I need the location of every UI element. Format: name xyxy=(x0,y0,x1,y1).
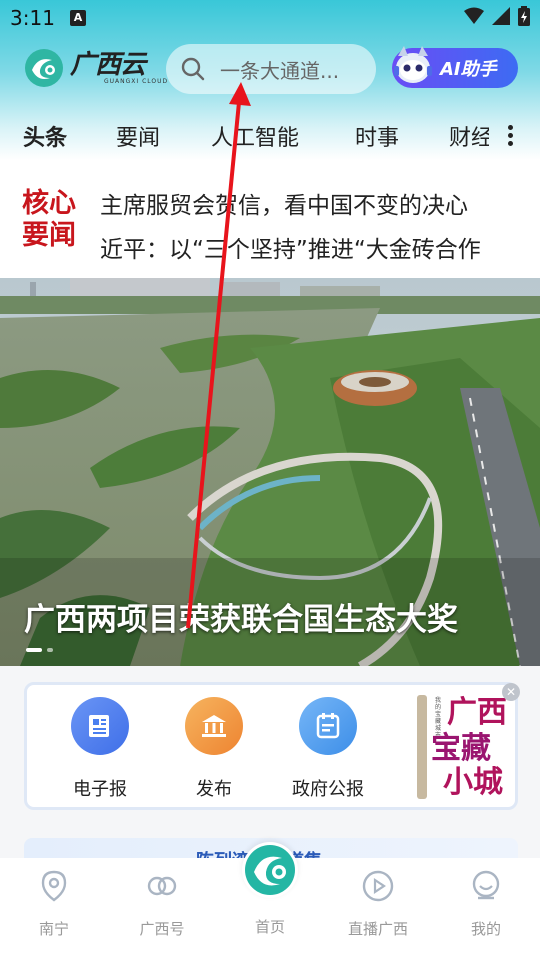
home-logo-button[interactable] xyxy=(242,842,298,898)
hero-title: 广西两项目荣获联合国生态大奖 xyxy=(24,602,458,638)
nav-label: 首页 xyxy=(254,918,285,936)
status-icons xyxy=(464,6,530,26)
channel-tabs: 头条 要闻 人工智能 时事 财经 xyxy=(0,112,540,160)
status-bar: 3:11 A xyxy=(0,0,540,36)
core-news-item[interactable]: 主席服贸会贺信，看中国不变的决心 xyxy=(100,186,520,220)
nav-label: 南宁 xyxy=(38,920,69,938)
promo-text-line3: 小城 xyxy=(443,765,503,800)
carousel-indicator xyxy=(26,648,53,652)
core-news-badge-line1: 核心 xyxy=(22,188,76,219)
tab-ai[interactable]: 人工智能 xyxy=(211,120,299,152)
battery-icon xyxy=(518,6,530,26)
play-icon xyxy=(362,870,394,902)
profile-icon xyxy=(472,870,500,900)
newspaper-icon xyxy=(71,697,129,755)
signal-icon xyxy=(492,7,510,25)
nav-label: 我的 xyxy=(470,920,501,938)
nav-home[interactable]: 首页 xyxy=(230,892,310,937)
wifi-icon xyxy=(464,7,484,24)
guangxi-cloud-logo-icon xyxy=(25,49,63,87)
document-icon xyxy=(299,697,357,755)
promo-scroll-decoration xyxy=(417,695,427,799)
location-icon xyxy=(41,870,67,902)
core-news-item[interactable]: 近平：以“三个坚持”推进“大金砖合作 xyxy=(100,230,520,264)
promo-text-line2: 宝藏 xyxy=(431,731,491,766)
nav-nanning[interactable]: 南宁 xyxy=(14,868,94,939)
tab-finance[interactable]: 财经 xyxy=(449,120,489,152)
tab-headlines[interactable]: 头条 xyxy=(23,120,67,152)
logo-english-text: GUANGXI CLOUD xyxy=(104,77,169,85)
notification-icon: A xyxy=(70,10,86,26)
service-label: 电子报 xyxy=(73,779,127,800)
quick-services-card: 电子报 发布 政府公报 我的宝藏城市 广西 宝藏 小城 xyxy=(24,682,518,810)
ai-assistant-button[interactable]: AI助手 xyxy=(392,46,518,88)
bank-icon xyxy=(185,697,243,755)
service-gov-gazette[interactable]: 政府公报 xyxy=(283,697,373,801)
tab-important-news[interactable]: 要闻 xyxy=(116,120,160,152)
service-e-newspaper[interactable]: 电子报 xyxy=(55,697,145,801)
hero-carousel[interactable]: 广西两项目荣获联合国生态大奖 xyxy=(0,278,540,666)
search-icon xyxy=(181,57,205,81)
promo-treasure-city[interactable]: 我的宝藏城市 广西 宝藏 小城 xyxy=(417,691,513,803)
home-logo-icon xyxy=(245,845,295,895)
nav-guangxi-hao[interactable]: 广西号 xyxy=(122,868,202,939)
search-bar[interactable]: 一条大通道... xyxy=(166,44,376,94)
carousel-dot-active xyxy=(26,648,42,652)
nav-label: 直播广西 xyxy=(347,920,408,938)
app-logo[interactable]: 广西云 GUANGXI CLOUD xyxy=(24,48,168,88)
core-news-badge-line2: 要闻 xyxy=(22,220,76,251)
close-promo-icon[interactable]: ✕ xyxy=(502,683,520,701)
more-tabs-icon[interactable] xyxy=(506,122,514,148)
nav-live-guangxi[interactable]: 直播广西 xyxy=(338,868,418,939)
tab-current-affairs[interactable]: 时事 xyxy=(355,120,399,152)
status-time: 3:11 xyxy=(10,6,55,30)
nav-mine[interactable]: 我的 xyxy=(446,868,526,939)
search-placeholder: 一条大通道... xyxy=(220,58,340,83)
core-news-badge: 核心 要闻 xyxy=(22,188,90,252)
logo-chinese-text: 广西云 xyxy=(70,49,146,80)
ai-button-label: AI助手 xyxy=(440,59,497,80)
promo-text-line1: 广西 xyxy=(447,695,507,730)
service-publish[interactable]: 发布 xyxy=(169,697,259,801)
nav-label: 广西号 xyxy=(139,920,185,938)
ai-mascot-icon xyxy=(394,46,432,83)
service-label: 发布 xyxy=(196,779,232,800)
link-icon xyxy=(147,876,177,896)
core-news-panel: 核心 要闻 主席服贸会贺信，看中国不变的决心 近平：以“三个坚持”推进“大金砖合… xyxy=(0,160,540,278)
carousel-dot xyxy=(47,648,53,652)
service-label: 政府公报 xyxy=(292,779,364,800)
